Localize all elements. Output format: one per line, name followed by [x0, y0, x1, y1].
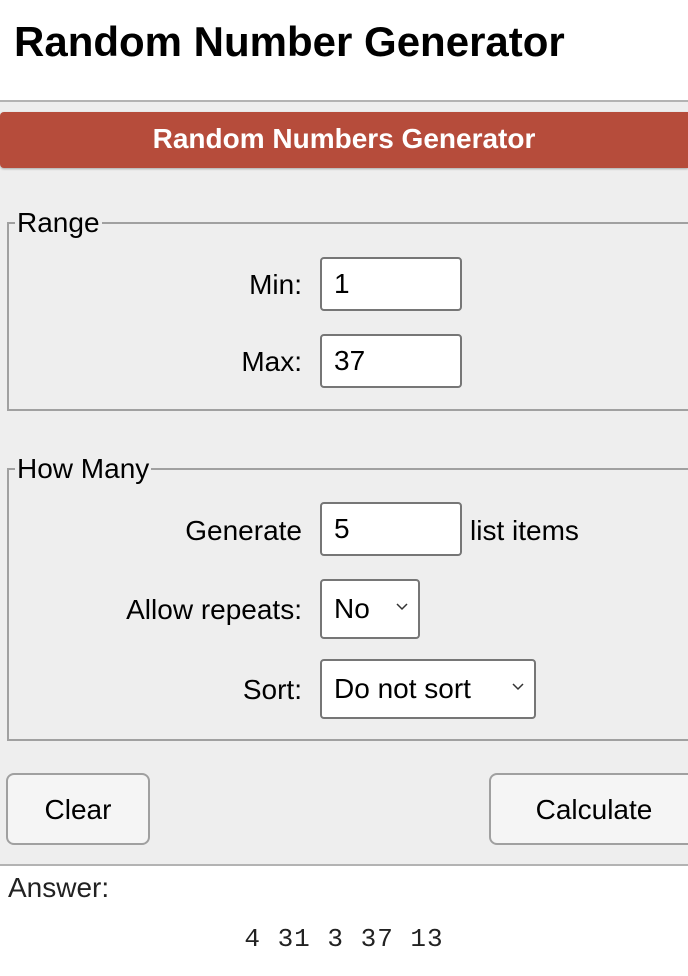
range-legend: Range [17, 207, 100, 238]
min-label: Min: [249, 269, 302, 300]
panel-header: Random Numbers Generator [0, 112, 688, 168]
allow-repeats-label: Allow repeats: [126, 594, 302, 625]
chevron-down-icon [512, 683, 524, 691]
max-label: Max: [241, 346, 302, 377]
chevron-down-icon [396, 603, 408, 611]
answer-label: Answer: [8, 872, 110, 903]
sort-value: Do not sort [334, 673, 471, 704]
sort-select[interactable]: Do not sort [320, 659, 536, 719]
min-input[interactable]: 1 [320, 257, 462, 311]
how-many-legend: How Many [17, 453, 150, 484]
sort-label: Sort: [242, 674, 302, 705]
clear-button[interactable]: Clear [6, 773, 150, 845]
allow-repeats-value: No [334, 593, 370, 624]
generate-label: Generate [185, 515, 302, 546]
generate-count-input[interactable]: 5 [320, 502, 462, 556]
list-items-label: list items [470, 515, 579, 546]
page-title: Random Number Generator [14, 18, 565, 65]
allow-repeats-select[interactable]: No [320, 579, 420, 639]
calculate-button[interactable]: Calculate [489, 773, 688, 845]
generator-panel: Random Numbers Generator Range Min: 1 Ma… [0, 100, 688, 866]
answer-value: 4 31 3 37 13 [244, 924, 444, 954]
max-input[interactable]: 37 [320, 334, 462, 388]
